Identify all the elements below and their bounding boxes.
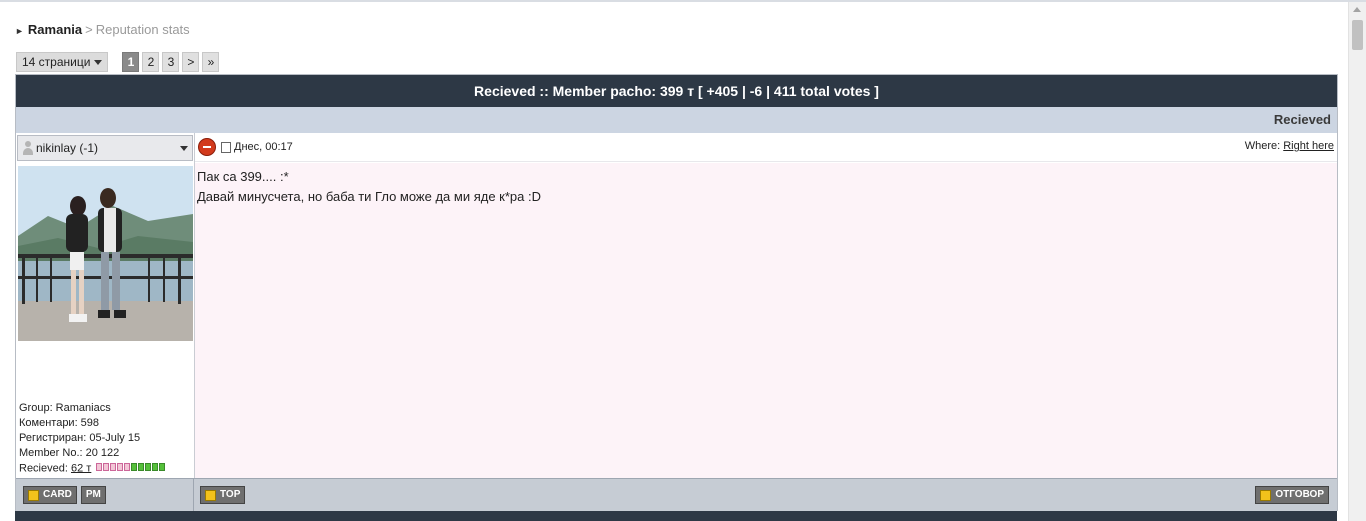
- breadcrumb: ► Ramania > Reputation stats: [15, 22, 190, 37]
- chevron-down-icon: [94, 59, 103, 65]
- post-header-row: nikinlay (-1) Днес, 00:17 Where: Right h…: [16, 133, 1337, 163]
- post-footer: CARD PM TOP ОТГОВОР: [16, 478, 1337, 511]
- breadcrumb-separator: >: [85, 22, 93, 37]
- post-body-row: Group: Ramaniacs Коментари: 598 Регистри…: [16, 163, 1337, 478]
- reputation-table: Recieved :: Member pacho: 399 т [ +405 |…: [15, 74, 1338, 511]
- username-dropdown[interactable]: nikinlay (-1): [17, 135, 193, 161]
- pm-button-label: PM: [85, 489, 101, 500]
- where-label: Where:: [1244, 140, 1281, 152]
- author-actions: CARD PM: [16, 479, 194, 511]
- avatar: [18, 166, 193, 341]
- post-actions: TOP ОТГОВОР: [194, 479, 1337, 511]
- top-button[interactable]: TOP: [200, 486, 246, 504]
- author-group: Group: Ramaniacs: [19, 402, 111, 414]
- author-comments: Коментари: 598: [19, 417, 100, 429]
- message-line: Давай минусчета, но баба ти Гло може да …: [197, 189, 541, 204]
- window-top-border: [0, 0, 1366, 2]
- table-bottom-bar: [15, 511, 1337, 521]
- minus-circle-icon[interactable]: [198, 138, 216, 156]
- reply-button[interactable]: ОТГОВОР: [1255, 486, 1329, 504]
- reply-button-label: ОТГОВОР: [1275, 489, 1324, 500]
- last-page-button[interactable]: »: [202, 52, 220, 72]
- pagination: 14 страници 1 2 3 > »: [16, 52, 220, 72]
- author-member-no: Member No.: 20 122: [19, 447, 120, 459]
- author-registered: Регистриран: 05-July 15: [19, 432, 141, 444]
- page-2-button[interactable]: 2: [142, 52, 160, 72]
- recieved-label: Recieved:: [19, 462, 68, 475]
- where-link[interactable]: Right here: [1283, 140, 1334, 152]
- author-info: Group: Ramaniacs Коментари: 598 Регистри…: [16, 401, 194, 476]
- user-icon: [22, 141, 34, 155]
- scroll-up-icon[interactable]: [1353, 7, 1361, 12]
- pm-button[interactable]: PM: [80, 486, 106, 504]
- arrow-up-icon: [205, 489, 216, 501]
- quote-icon: [1260, 489, 1272, 501]
- author-info-cell: Group: Ramaniacs Коментари: 598 Регистри…: [16, 163, 195, 478]
- reputation-bar: [96, 461, 166, 476]
- page-3-button[interactable]: 3: [162, 52, 180, 72]
- breadcrumb-home-link[interactable]: Ramania: [28, 22, 82, 37]
- chevron-down-icon: [180, 146, 188, 151]
- scroll-thumb[interactable]: [1352, 20, 1363, 50]
- card-button[interactable]: CARD: [23, 486, 77, 504]
- post-date: Днес, 00:17: [234, 141, 293, 153]
- username: nikinlay (-1): [36, 141, 99, 155]
- top-button-label: TOP: [220, 489, 241, 500]
- post-message: Пак са 399.... :* Давай минусчета, но ба…: [195, 163, 1337, 478]
- author-cell: nikinlay (-1): [16, 133, 195, 163]
- card-button-label: CARD: [43, 489, 72, 500]
- table-title: Recieved :: Member pacho: 399 т [ +405 |…: [16, 75, 1337, 107]
- vertical-scrollbar[interactable]: [1348, 2, 1366, 521]
- pages-dropdown-label: 14 страници: [22, 55, 91, 69]
- next-page-button[interactable]: >: [182, 52, 200, 72]
- breadcrumb-arrow-icon: ►: [15, 26, 24, 36]
- author-recieved: Recieved: 62 т: [19, 461, 191, 476]
- table-subheader: Recieved: [16, 107, 1337, 133]
- post-meta: Днес, 00:17 Where: Right here: [195, 133, 1337, 162]
- breadcrumb-current: Reputation stats: [95, 22, 190, 37]
- recieved-link[interactable]: 62 т: [71, 462, 91, 474]
- document-icon: [221, 141, 231, 153]
- page-1-button[interactable]: 1: [122, 52, 140, 72]
- pages-dropdown[interactable]: 14 страници: [16, 52, 109, 72]
- user-icon: [28, 489, 39, 501]
- message-line: Пак са 399.... :*: [197, 169, 289, 184]
- post-where: Where: Right here: [1245, 140, 1334, 152]
